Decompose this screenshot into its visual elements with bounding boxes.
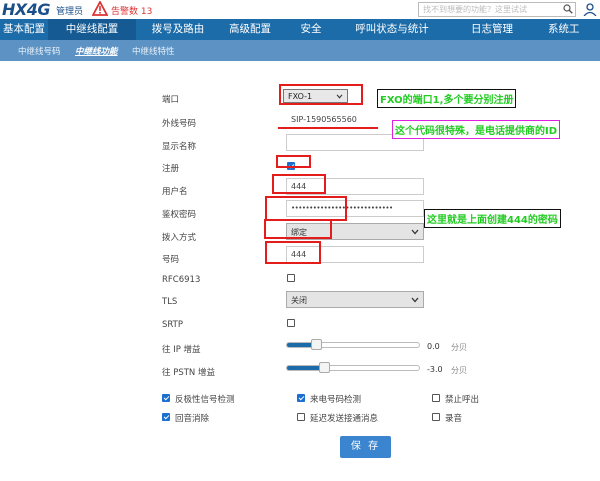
external-number-label: 外线号码 (162, 119, 197, 129)
tls-value: 关闭 (291, 296, 307, 305)
port-label: 端口 (162, 95, 180, 105)
annotation-box-number (265, 241, 321, 264)
option-label-delay-connect: 延迟发送接通消息 (310, 414, 379, 424)
user-icon[interactable] (583, 3, 597, 16)
nav-dial-routing[interactable]: 拨号及路由 (136, 19, 220, 40)
option-label-caller-id: 来电号码检测 (310, 395, 362, 405)
option-checkbox-echo-cancel[interactable] (162, 413, 170, 421)
nav-security[interactable]: 安全 (280, 19, 342, 40)
display-name-label: 显示名称 (162, 142, 197, 152)
annotation-port-note: FXO的端口1,多个要分别注册 (377, 89, 517, 108)
search-placeholder: 找不到想要的功能？这里试试 (423, 5, 527, 14)
brand-logo: HX4G (2, 0, 51, 19)
rfc-label: RFC6913 (162, 275, 201, 285)
search-input[interactable]: 找不到想要的功能？这里试试 (418, 2, 576, 17)
tab-trunk-feature[interactable]: 中继线特性 (132, 45, 175, 57)
option-checkbox-no-outbound[interactable] (432, 394, 440, 402)
ip-gain-thumb[interactable] (311, 339, 323, 350)
auth-password-label: 鉴权密码 (162, 210, 197, 220)
warning-icon[interactable] (92, 1, 108, 16)
option-checkbox-record[interactable] (432, 413, 440, 421)
annotation-box-port (279, 84, 363, 105)
nav-log-management[interactable]: 日志管理 (442, 19, 542, 40)
pstn-gain-slider[interactable] (286, 362, 420, 373)
pstn-gain-unit: 分贝 (451, 366, 467, 375)
rfc-checkbox[interactable] (287, 274, 295, 282)
ip-gain-label: 往 IP 增益 (162, 345, 201, 355)
nav-advanced-config[interactable]: 高级配置 (220, 19, 280, 40)
tab-trunk-number[interactable]: 中继线号码 (18, 45, 61, 57)
annotation-id-note: 这个代码很特殊，是电话提供商的ID (392, 120, 561, 139)
annotation-box-access (264, 219, 332, 239)
nav-basic-config[interactable]: 基本配置 (0, 19, 48, 40)
nav-call-stats[interactable]: 呼叫状态与统计 (342, 19, 442, 40)
option-checkbox-caller-id[interactable] (297, 394, 305, 402)
option-label-reverse-polarity: 反极性信号检测 (175, 395, 235, 405)
option-label-record: 录音 (445, 414, 463, 424)
option-checkbox-reverse-polarity[interactable] (162, 394, 170, 402)
annotation-box-password (265, 196, 347, 221)
main-nav: 基本配置 中继线配置 拨号及路由 高级配置 安全 呼叫状态与统计 日志管理 系统… (0, 19, 600, 40)
admin-label[interactable]: 管理员 (56, 4, 83, 17)
tls-select[interactable]: 关闭 (286, 291, 424, 308)
search-icon[interactable] (563, 4, 573, 14)
nav-trunk-config[interactable]: 中继线配置 (48, 19, 136, 40)
top-bar: HX4G 管理员 告警数 13 找不到想要的功能？这里试试 (0, 0, 600, 19)
srtp-label: SRTP (162, 320, 184, 330)
ip-gain-value: 0.0 (427, 342, 440, 351)
annotation-box-username (272, 174, 326, 194)
annotation-underline-id (278, 127, 378, 129)
number-label: 号码 (162, 255, 180, 265)
option-label-no-outbound: 禁止呼出 (445, 395, 480, 405)
username-label: 用户名 (162, 187, 188, 197)
chevron-down-icon (411, 297, 419, 303)
ip-gain-slider[interactable] (286, 339, 420, 350)
ip-gain-unit: 分贝 (451, 343, 467, 352)
sub-nav: 中继线号码 中继线功能 中继线特性 (0, 40, 600, 61)
option-label-echo-cancel: 回音消除 (175, 414, 210, 424)
register-label: 注册 (162, 164, 180, 174)
annotation-pwd-note: 这里就是上面创建444的密码 (424, 209, 561, 228)
pstn-gain-label: 往 PSTN 增益 (162, 368, 215, 378)
option-checkbox-delay-connect[interactable] (297, 413, 305, 421)
tab-trunk-function[interactable]: 中继线功能 (75, 45, 118, 57)
chevron-down-icon (411, 229, 419, 235)
tls-label: TLS (162, 297, 178, 307)
pstn-gain-thumb[interactable] (318, 362, 330, 373)
access-mode-label: 拨入方式 (162, 233, 197, 243)
nav-system-tools[interactable]: 系统工 (542, 19, 600, 40)
srtp-checkbox[interactable] (287, 319, 295, 327)
annotation-box-register (276, 155, 311, 168)
save-button[interactable]: 保 存 (340, 436, 391, 458)
pstn-gain-value: -3.0 (427, 365, 443, 374)
alarm-count[interactable]: 告警数 13 (111, 4, 152, 17)
